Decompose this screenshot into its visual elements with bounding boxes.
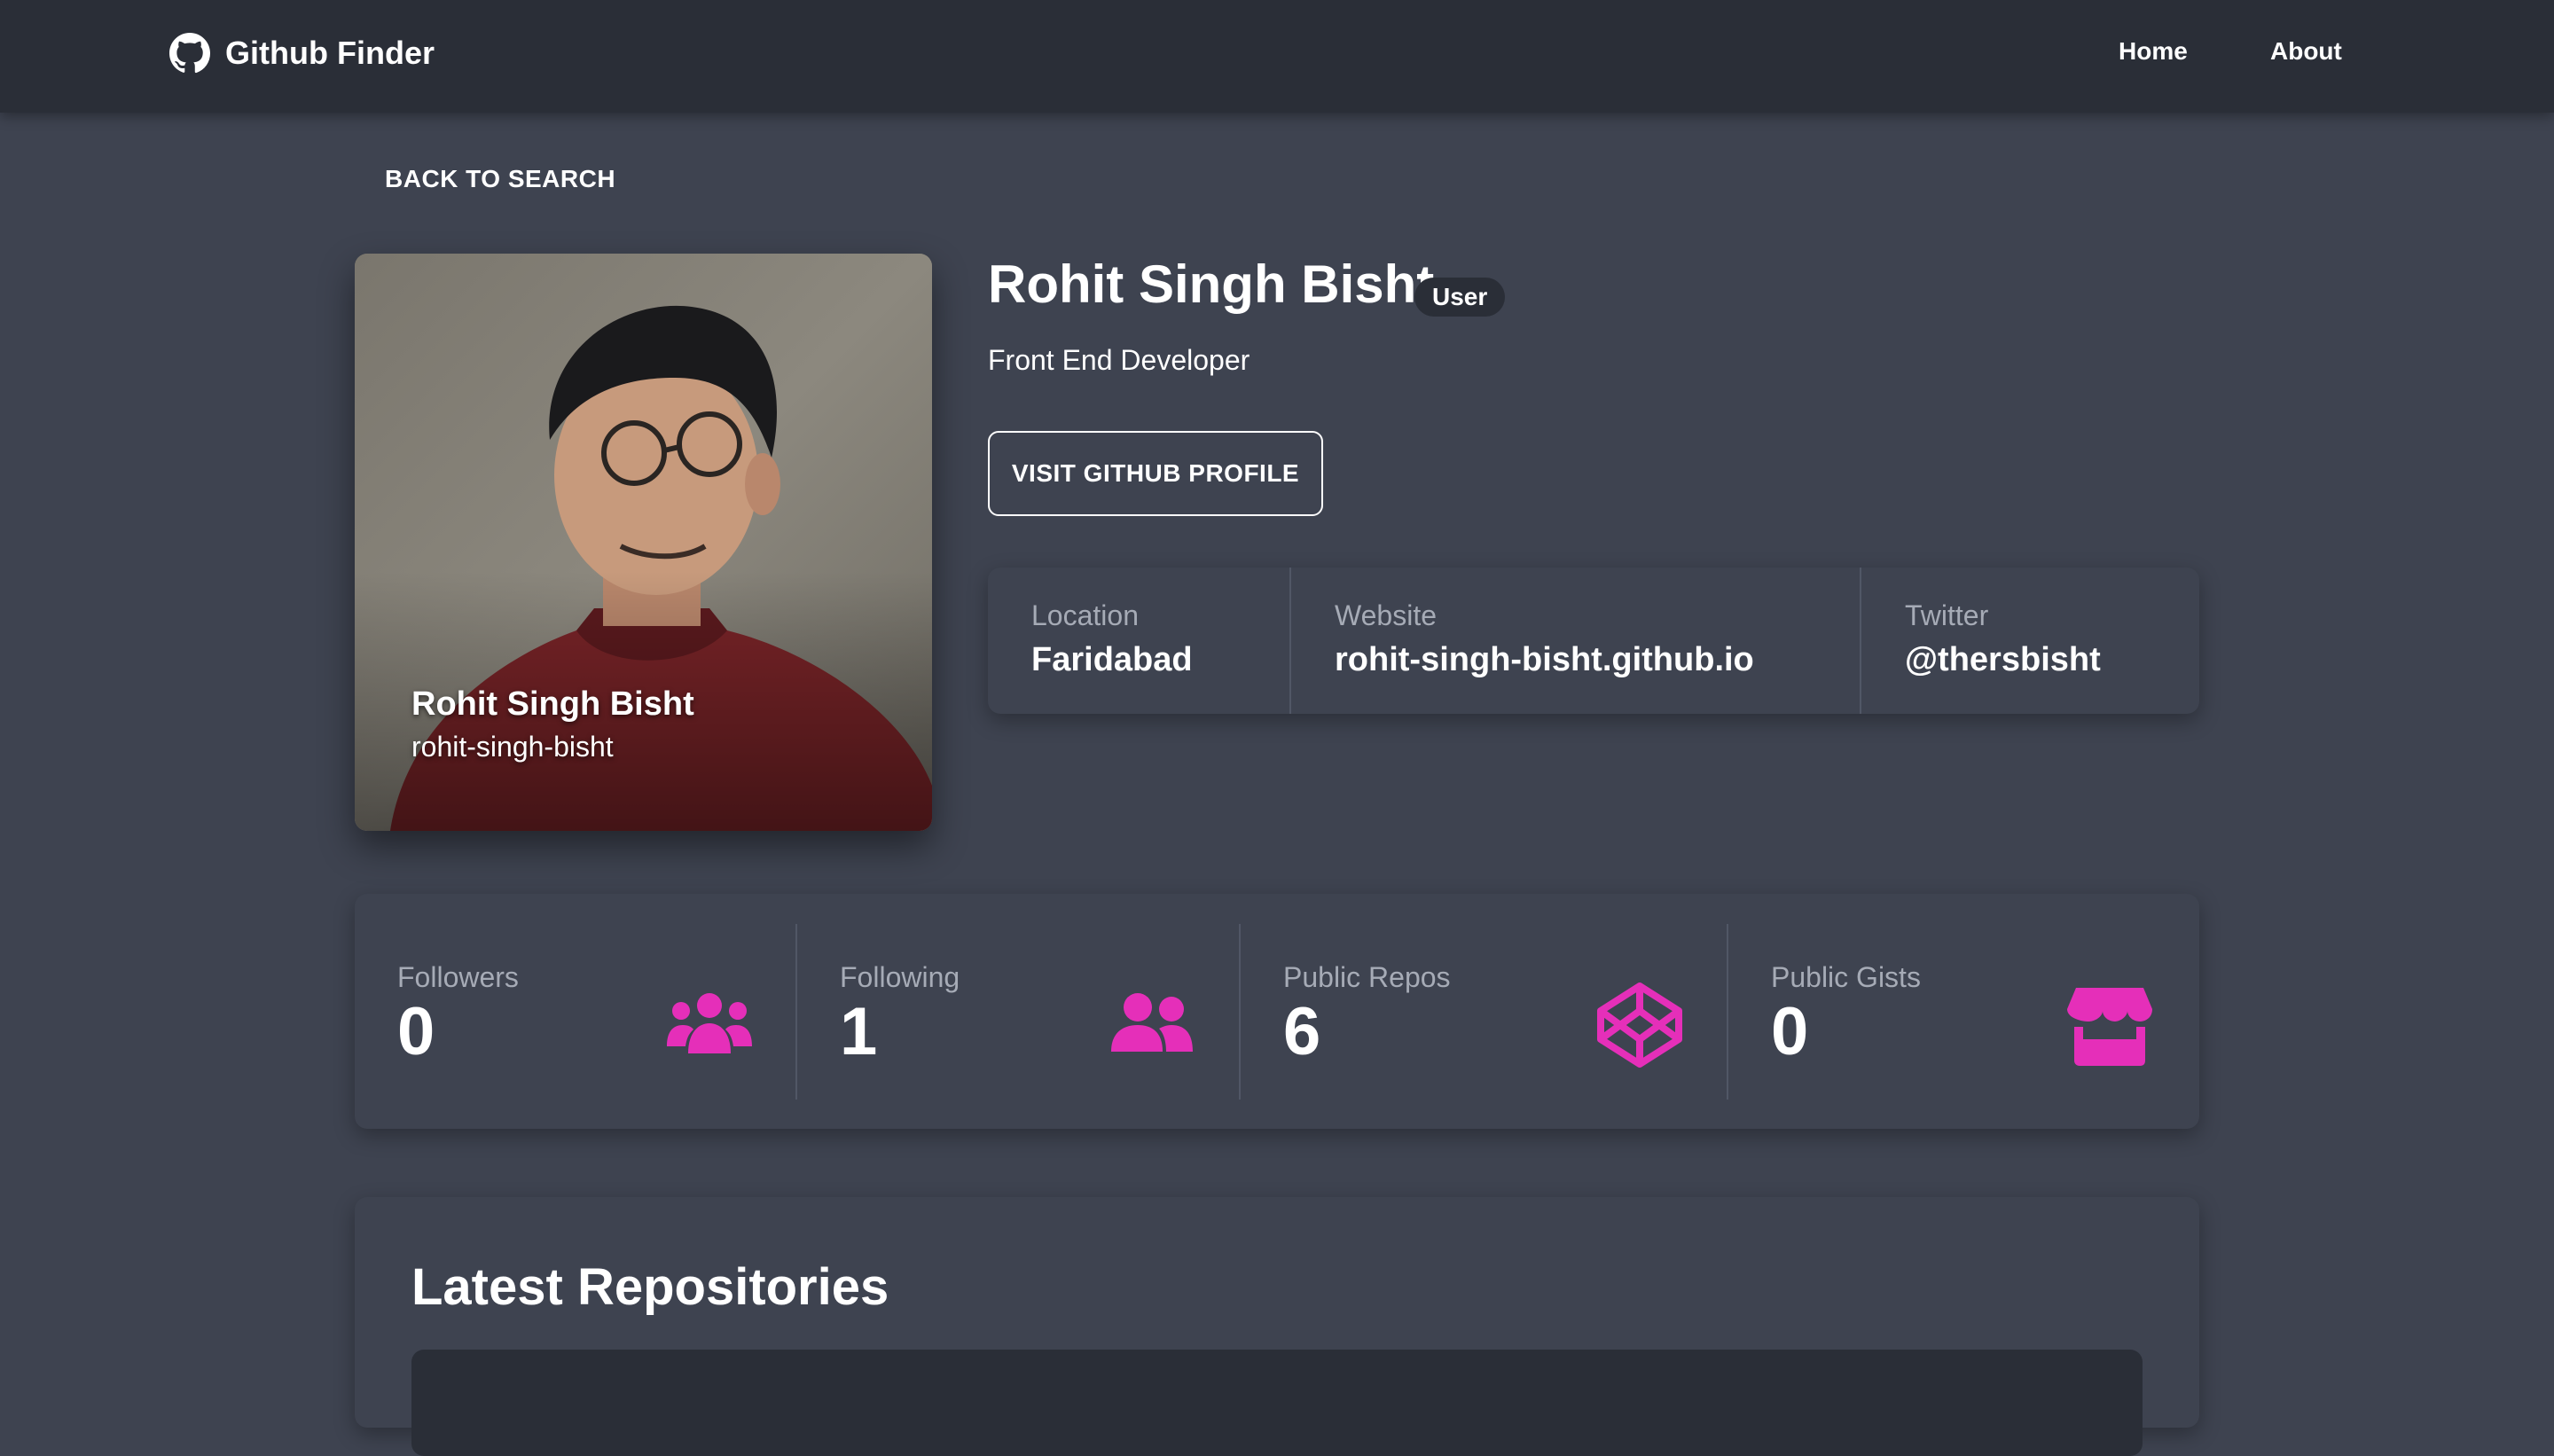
codepen-icon bbox=[1595, 981, 1684, 1069]
twitter-link[interactable]: @thersbisht bbox=[1905, 641, 2199, 679]
stats-card: Followers 0 Following 1 Public Repos 6 P… bbox=[355, 894, 2199, 1129]
visit-github-profile-button[interactable]: VISIT GITHUB PROFILE bbox=[988, 431, 1323, 516]
stat-public-gists: Public Gists 0 bbox=[1728, 924, 2199, 1100]
brand-title: Github Finder bbox=[225, 35, 435, 71]
stat-value: 0 bbox=[1771, 994, 1809, 1069]
store-icon bbox=[2065, 981, 2154, 1069]
info-website: Website rohit-singh-bisht.github.io bbox=[1291, 568, 1861, 714]
info-value: Faridabad bbox=[1031, 641, 1193, 678]
brand-link[interactable]: Github Finder bbox=[168, 32, 435, 74]
nav-home-link[interactable]: Home bbox=[2119, 37, 2188, 66]
nav-about-link[interactable]: About bbox=[2270, 37, 2342, 66]
stat-following: Following 1 bbox=[797, 924, 1241, 1100]
stat-followers: Followers 0 bbox=[355, 924, 797, 1100]
info-label: Twitter bbox=[1905, 599, 1989, 631]
stat-public-repos: Public Repos 6 bbox=[1241, 924, 1728, 1100]
navbar: Github Finder Home About bbox=[0, 0, 2554, 113]
avatar-login: rohit-singh-bisht bbox=[411, 731, 614, 763]
info-twitter: Twitter @thersbisht bbox=[1861, 568, 2199, 714]
user-type-badge: User bbox=[1414, 278, 1506, 317]
stat-label: Following bbox=[840, 961, 960, 993]
section-title: Latest Repositories bbox=[411, 1258, 889, 1316]
stat-label: Followers bbox=[397, 961, 519, 993]
back-to-search-button[interactable]: BACK TO SEARCH bbox=[385, 165, 615, 193]
stat-value: 1 bbox=[840, 994, 878, 1069]
profile-bio: Front End Developer bbox=[988, 344, 1250, 376]
repo-item[interactable] bbox=[411, 1350, 2143, 1456]
stat-value: 6 bbox=[1283, 994, 1321, 1069]
stat-value: 0 bbox=[397, 994, 435, 1069]
users-icon bbox=[665, 981, 754, 1069]
info-location: Location Faridabad bbox=[988, 568, 1291, 714]
website-link[interactable]: rohit-singh-bisht.github.io bbox=[1335, 641, 1860, 679]
avatar-name: Rohit Singh Bisht bbox=[411, 685, 694, 723]
info-label: Location bbox=[1031, 599, 1139, 631]
stat-label: Public Gists bbox=[1771, 961, 1921, 993]
info-label: Website bbox=[1335, 599, 1438, 631]
latest-repositories-section: Latest Repositories bbox=[355, 1197, 2199, 1456]
profile-info-card: Location Faridabad Website rohit-singh-b… bbox=[988, 568, 2199, 714]
profile-name: Rohit Singh Bisht bbox=[988, 254, 1435, 314]
user-friends-icon bbox=[1108, 981, 1196, 1069]
avatar-card: Rohit Singh Bisht rohit-singh-bisht bbox=[355, 254, 932, 831]
github-icon bbox=[168, 32, 211, 74]
stat-label: Public Repos bbox=[1283, 961, 1451, 993]
